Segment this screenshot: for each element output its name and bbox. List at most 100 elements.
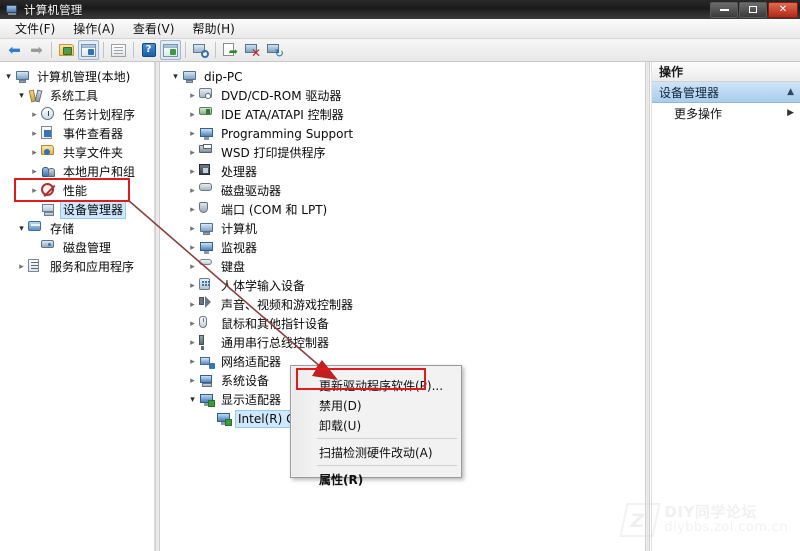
tree-computer-management-local[interactable]: 计算机管理(本地): [0, 67, 154, 86]
scan-hardware-icon[interactable]: [190, 40, 211, 60]
action-more-actions[interactable]: 更多操作 ▶: [652, 103, 800, 123]
device-manager-icon: [41, 202, 57, 218]
forward-arrow-icon[interactable]: ➡: [26, 40, 47, 60]
splitter-left[interactable]: [155, 62, 160, 551]
tree-services-and-applications[interactable]: 服务和应用程序: [0, 257, 154, 276]
minimize-button[interactable]: [710, 1, 738, 18]
refresh-device-icon[interactable]: ↻: [264, 40, 285, 60]
chevron-right-icon[interactable]: [28, 143, 41, 162]
device-node-hid[interactable]: 人体学输入设备: [161, 276, 645, 295]
chevron-right-icon[interactable]: [28, 162, 41, 181]
device-node-ports[interactable]: 端口 (COM 和 LPT): [161, 200, 645, 219]
tree-device-manager[interactable]: 设备管理器: [0, 200, 154, 219]
tree-event-viewer[interactable]: 事件查看器: [0, 124, 154, 143]
chevron-right-icon[interactable]: [186, 143, 199, 162]
device-node-usb-controllers[interactable]: 通用串行总线控制器: [161, 333, 645, 352]
update-driver-icon[interactable]: ➦: [220, 40, 241, 60]
properties-icon[interactable]: [108, 40, 129, 60]
tree-disk-management[interactable]: 磁盘管理: [0, 238, 154, 257]
system-device-icon: [199, 373, 215, 389]
menu-view[interactable]: 查看(V): [124, 18, 184, 39]
chevron-down-icon[interactable]: [15, 86, 28, 105]
show-hide-tree-icon[interactable]: [78, 40, 99, 60]
device-node-sound-video-game[interactable]: 声音、视频和游戏控制器: [161, 295, 645, 314]
tree-system-tools[interactable]: 系统工具: [0, 86, 154, 105]
chevron-right-icon[interactable]: [186, 238, 199, 257]
chevron-right-icon[interactable]: [28, 181, 41, 200]
chevron-down-icon[interactable]: [186, 390, 199, 409]
tree-item-label: 计算机: [221, 221, 258, 236]
ctx-properties[interactable]: 属性(R): [291, 469, 461, 489]
console-tree-pane[interactable]: 计算机管理(本地) 系统工具任务计划程序事件查看器共享文件夹本地用户和组性能设备管…: [0, 62, 155, 551]
device-node-disk-drives[interactable]: 磁盘驱动器: [161, 181, 645, 200]
tree-local-users-and-groups[interactable]: 本地用户和组: [0, 162, 154, 181]
device-node-monitors[interactable]: 监视器: [161, 238, 645, 257]
device-node-mice[interactable]: 鼠标和其他指针设备: [161, 314, 645, 333]
tree-shared-folders[interactable]: 共享文件夹: [0, 143, 154, 162]
chevron-right-icon[interactable]: [186, 295, 199, 314]
show-action-pane-icon[interactable]: [160, 40, 181, 60]
device-node-dvd-cdrom[interactable]: DVD/CD-ROM 驱动器: [161, 86, 645, 105]
splitter-right[interactable]: [645, 62, 650, 551]
context-menu[interactable]: 更新驱动程序软件(P)... 禁用(D) 卸载(U) 扫描检测硬件改动(A) 属性(R): [290, 365, 462, 487]
close-button[interactable]: ✕: [768, 1, 798, 18]
local-users-icon: [41, 164, 57, 180]
chevron-down-icon[interactable]: [2, 67, 15, 86]
help-icon[interactable]: ?: [138, 40, 159, 60]
device-node-programming-support[interactable]: Programming Support: [161, 124, 645, 143]
computer-icon: [15, 69, 31, 85]
chevron-right-icon[interactable]: [186, 86, 199, 105]
chevron-right-icon[interactable]: [186, 352, 199, 371]
system-tools-icon: [28, 88, 44, 104]
up-one-level-icon[interactable]: [56, 40, 77, 60]
tree-performance[interactable]: 性能: [0, 181, 154, 200]
maximize-button[interactable]: [739, 1, 767, 18]
tree-item-label: 系统工具: [50, 88, 99, 103]
ctx-disable[interactable]: 禁用(D): [291, 395, 461, 415]
tree-item-label: WSD 打印提供程序: [221, 145, 326, 160]
device-node-processors[interactable]: 处理器: [161, 162, 645, 181]
chevron-up-icon[interactable]: ▲: [787, 87, 794, 97]
menu-action[interactable]: 操作(A): [64, 18, 124, 39]
ctx-scan-hardware-changes[interactable]: 扫描检测硬件改动(A): [291, 442, 461, 462]
ctx-update-driver-software[interactable]: 更新驱动程序软件(P)...: [291, 375, 461, 395]
uninstall-device-icon[interactable]: ✕: [242, 40, 263, 60]
device-node-ide-ata-atapi[interactable]: IDE ATA/ATAPI 控制器: [161, 105, 645, 124]
tree-item-label: 任务计划程序: [63, 107, 136, 122]
chevron-right-icon[interactable]: [186, 371, 199, 390]
chevron-right-icon[interactable]: [186, 276, 199, 295]
device-node-dip-pc[interactable]: dip-PC: [161, 67, 645, 86]
chevron-right-icon[interactable]: [186, 162, 199, 181]
device-node-computer[interactable]: 计算机: [161, 219, 645, 238]
chevron-right-icon[interactable]: [186, 181, 199, 200]
menu-bar: 文件(F) 操作(A) 查看(V) 帮助(H): [0, 19, 800, 39]
submenu-arrow-icon: ▶: [787, 108, 794, 118]
title-bar: 计算机管理 ✕: [0, 0, 800, 19]
back-arrow-icon[interactable]: ⬅: [4, 40, 25, 60]
chevron-right-icon[interactable]: [28, 105, 41, 124]
network-adapter-icon: [199, 354, 215, 370]
chevron-down-icon[interactable]: [169, 67, 182, 86]
chevron-down-icon[interactable]: [15, 219, 28, 238]
ctx-uninstall[interactable]: 卸载(U): [291, 415, 461, 435]
device-node-wsd-print-provider[interactable]: WSD 打印提供程序: [161, 143, 645, 162]
chevron-right-icon[interactable]: [186, 314, 199, 333]
chevron-right-icon[interactable]: [15, 257, 28, 276]
chevron-right-icon[interactable]: [186, 105, 199, 124]
device-node-keyboards[interactable]: 键盘: [161, 257, 645, 276]
chevron-right-icon[interactable]: [186, 219, 199, 238]
tree-storage[interactable]: 存储: [0, 219, 154, 238]
ctx-separator-1: [317, 438, 457, 439]
chevron-right-icon[interactable]: [186, 257, 199, 276]
chevron-right-icon[interactable]: [186, 124, 199, 143]
tree-item-label: 共享文件夹: [63, 145, 124, 160]
actions-section-device-manager[interactable]: 设备管理器 ▲: [652, 82, 800, 103]
tree-task-scheduler[interactable]: 任务计划程序: [0, 105, 154, 124]
chevron-right-icon[interactable]: [186, 333, 199, 352]
chevron-right-icon[interactable]: [28, 124, 41, 143]
tree-item-label: dip-PC: [204, 69, 243, 84]
chevron-right-icon[interactable]: [186, 200, 199, 219]
menu-help[interactable]: 帮助(H): [183, 18, 243, 39]
menu-file[interactable]: 文件(F): [6, 18, 64, 39]
tree-item-label: 处理器: [221, 164, 258, 179]
